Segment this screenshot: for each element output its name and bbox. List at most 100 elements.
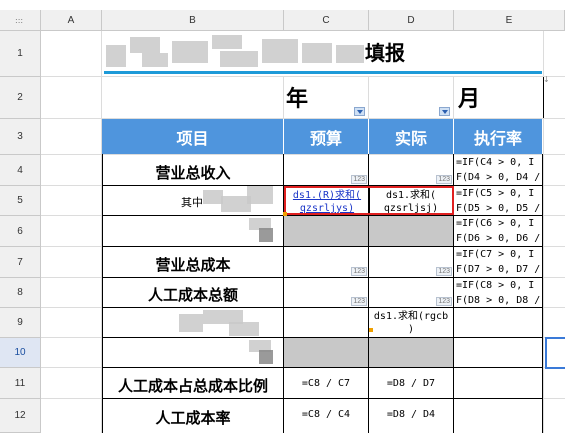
label-row6[interactable]: [103, 216, 283, 246]
header-rate[interactable]: 执行率: [454, 119, 543, 154]
cell-d6[interactable]: [369, 216, 453, 246]
cell-c7[interactable]: 123: [284, 247, 368, 277]
dataset-ref: ds1.求和(: [385, 190, 437, 201]
cell-c11[interactable]: =C8 / C7: [284, 368, 368, 398]
number-format-icon: 123: [436, 175, 452, 184]
column-header-b[interactable]: B: [102, 10, 284, 31]
formula-line: F(D5 > 0, D5 /: [456, 203, 541, 214]
row-header-12[interactable]: 12: [0, 399, 41, 433]
formula-line: F(D4 > 0, D4 /: [456, 172, 541, 183]
row-header-10[interactable]: 10: [0, 338, 41, 368]
cell-d10[interactable]: [369, 338, 453, 367]
cell-c6[interactable]: [284, 216, 368, 246]
label-including-text: 其中: [181, 196, 203, 209]
title-cell[interactable]: 填报: [102, 31, 542, 76]
cell-d12[interactable]: =D8 / D4: [369, 399, 453, 429]
cell-c8[interactable]: 123: [284, 278, 368, 307]
formula-line: F(D6 > 0, D6 /: [456, 233, 541, 244]
cell-d4[interactable]: 123: [369, 155, 453, 185]
dataset-ref: qzsrljys): [299, 203, 355, 214]
dataset-ref: ): [407, 324, 415, 335]
formula-line: =IF(C7 > 0, I: [456, 249, 535, 260]
dataset-ref: ds1.(R)求和(: [292, 190, 362, 201]
label-labor-cost-ratio[interactable]: 人工成本占总成本比例: [103, 368, 283, 398]
cell-d7[interactable]: 123: [369, 247, 453, 277]
cell-e11[interactable]: [454, 368, 542, 398]
selected-range[interactable]: ds1.(R)求和( qzsrljys) ds1.求和( qzsrljsj): [283, 186, 454, 216]
formula-line: =IF(C8 > 0, I: [456, 280, 535, 291]
row-header-11[interactable]: 11: [0, 368, 41, 399]
cell-e4[interactable]: =IF(C4 > 0, I F(D4 > 0, D4 /: [454, 155, 542, 185]
active-cell-cursor[interactable]: [545, 337, 565, 369]
cell-e9[interactable]: [454, 308, 542, 337]
number-format-icon: 123: [351, 267, 367, 276]
cell-d9[interactable]: ds1.求和(rgcb ): [369, 308, 453, 337]
row-header-7[interactable]: 7: [0, 247, 41, 278]
column-header-c[interactable]: C: [284, 10, 369, 31]
month-dropdown-icon[interactable]: [439, 107, 450, 116]
row2-right-border: [543, 77, 565, 118]
cell-c10[interactable]: [284, 338, 368, 367]
formula-line: F(D8 > 0, D8 /: [456, 295, 541, 306]
redacted-block: [302, 43, 332, 63]
row-header-8[interactable]: 8: [0, 278, 41, 308]
year-dropdown-icon[interactable]: [354, 107, 365, 116]
redacted-block: [130, 37, 160, 53]
formula-line: =IF(C4 > 0, I: [456, 157, 535, 168]
cell-c12[interactable]: =C8 / C4: [284, 399, 368, 429]
month-cell[interactable]: 月: [454, 77, 543, 118]
dataset-ref: ds1.求和(rgcb: [373, 311, 449, 322]
cell-c9[interactable]: [284, 308, 368, 337]
month-label: 月: [458, 87, 481, 112]
row-header-9[interactable]: 9: [0, 308, 41, 338]
cell-c4[interactable]: 123: [284, 155, 368, 185]
grid-icon: :::: [15, 16, 24, 25]
row-header-6[interactable]: 6: [0, 216, 41, 247]
row-header-4[interactable]: 4: [0, 155, 41, 186]
redacted-block: [106, 45, 126, 67]
cell-e12[interactable]: [454, 399, 542, 433]
header-budget[interactable]: 预算: [284, 119, 369, 154]
spreadsheet: ::: A B C D E 1 2 3 4 5 6 7 8 9 10 11 12: [0, 0, 565, 433]
redacted-block: [336, 45, 364, 63]
header-item[interactable]: 项目: [102, 119, 284, 154]
select-all-corner[interactable]: :::: [0, 10, 41, 31]
label-row10[interactable]: [103, 338, 283, 367]
number-format-icon: 123: [436, 297, 452, 306]
label-row9[interactable]: [103, 308, 283, 337]
redacted-block: [262, 39, 298, 63]
label-total-revenue[interactable]: 营业总收入: [103, 155, 283, 185]
header-actual[interactable]: 实际: [369, 119, 454, 154]
column-header-e[interactable]: E: [454, 10, 565, 31]
label-total-cost[interactable]: 营业总成本: [103, 247, 283, 277]
cell-e10[interactable]: [454, 338, 542, 367]
number-format-icon: 123: [351, 297, 367, 306]
label-labor-cost-rate[interactable]: 人工成本率: [103, 399, 283, 433]
cell-d5[interactable]: ds1.求和( qzsrljsj): [370, 189, 452, 215]
cell-d8[interactable]: 123: [369, 278, 453, 307]
row-header-5[interactable]: 5: [0, 186, 41, 216]
redacted-block: [220, 51, 258, 67]
year-cell[interactable]: 年: [284, 77, 368, 118]
cell-e7[interactable]: =IF(C7 > 0, I F(D7 > 0, D7 /: [454, 247, 542, 277]
cell-e6[interactable]: =IF(C6 > 0, I F(D6 > 0, D6 /: [454, 216, 542, 246]
redacted-block: [142, 53, 168, 67]
formula-line: F(D7 > 0, D7 /: [456, 264, 541, 275]
row-header-3[interactable]: 3: [0, 119, 41, 155]
cell-e5[interactable]: =IF(C5 > 0, I F(D5 > 0, D5 /: [454, 186, 542, 215]
cell-d11[interactable]: =D8 / D7: [369, 368, 453, 398]
cell-c5[interactable]: ds1.(R)求和( qzsrljys): [286, 189, 368, 215]
redacted-block: [247, 186, 273, 204]
column-header-a[interactable]: A: [41, 10, 102, 31]
label-labor-cost[interactable]: 人工成本总额: [103, 278, 283, 307]
cell-grid[interactable]: 填报 ↓ 年 月 项目 预算 实际 执行率 营业总收入 123 123 =IF(…: [41, 31, 565, 433]
column-header-d[interactable]: D: [369, 10, 454, 31]
dataset-ref: qzsrljsj): [383, 203, 439, 214]
formula-line: =IF(C5 > 0, I: [456, 188, 535, 199]
cell-e8[interactable]: =IF(C8 > 0, I F(D8 > 0, D8 /: [454, 278, 542, 307]
label-including[interactable]: 其中: [103, 186, 283, 215]
fill-handle: [369, 328, 373, 332]
row-header-2[interactable]: 2: [0, 77, 41, 119]
year-value-cell[interactable]: [369, 77, 453, 118]
row-header-1[interactable]: 1: [0, 31, 41, 77]
